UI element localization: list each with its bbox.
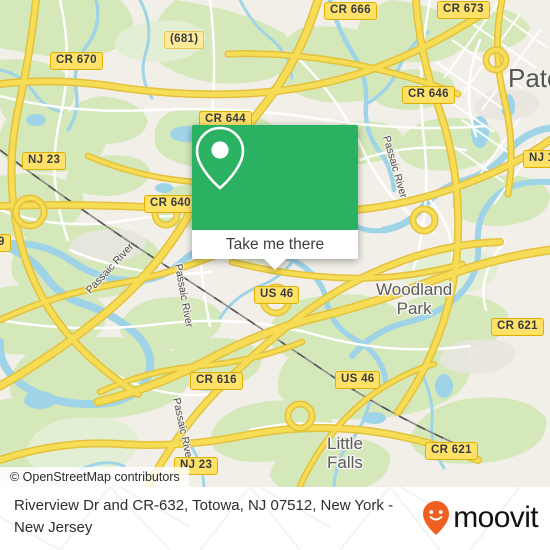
road-shield-cr-621-south[interactable]: CR 621 <box>425 442 478 460</box>
moovit-map-screenshot: Passaic River Passaic River Passaic Rive… <box>0 0 550 550</box>
moovit-logo[interactable]: moovit <box>423 501 539 535</box>
moovit-smiley-pin-icon <box>423 501 450 535</box>
popup-pointer-tail <box>264 259 286 270</box>
road-shield-cr-670[interactable]: CR 670 <box>50 52 103 70</box>
road-shield-cr-640[interactable]: CR 640 <box>144 195 197 213</box>
place-label-line: Woodland <box>376 280 453 299</box>
road-shield-cr-621-east[interactable]: CR 621 <box>491 318 544 336</box>
road-shield-us-46-north[interactable]: US 46 <box>254 286 300 304</box>
road-shield-cr-666[interactable]: CR 666 <box>324 2 377 20</box>
map-canvas[interactable]: Passaic River Passaic River Passaic Rive… <box>0 0 550 487</box>
osm-attribution[interactable]: © OpenStreetMap contributors <box>0 467 189 487</box>
footer-bar: Riverview Dr and CR-632, Totowa, NJ 0751… <box>0 487 550 550</box>
road-shield-9-west[interactable]: 9 <box>0 234 11 252</box>
place-label-line: Little <box>327 434 363 453</box>
location-title: Riverview Dr and CR-632, Totowa, NJ 0751… <box>14 497 394 536</box>
road-shield-cr-646[interactable]: CR 646 <box>402 86 455 104</box>
road-shield-us-46-south[interactable]: US 46 <box>335 371 381 389</box>
road-shield-681[interactable]: (681) <box>164 31 205 49</box>
place-label-woodland-park: Woodland Park <box>376 280 452 318</box>
place-label-paterson: Pate <box>508 63 550 93</box>
road-shield-cr-673[interactable]: CR 673 <box>437 1 490 19</box>
place-label-little-falls: Little Falls <box>327 434 363 472</box>
moovit-wordmark: moovit <box>453 501 538 534</box>
map-pin-icon <box>195 126 245 190</box>
road-shield-nj-23-north[interactable]: NJ 23 <box>22 152 67 170</box>
popup-header <box>192 125 358 230</box>
road-shield-cr-616[interactable]: CR 616 <box>190 372 243 390</box>
take-me-there-button[interactable]: Take me there <box>226 236 324 253</box>
popup-action-bar[interactable]: Take me there <box>192 230 358 270</box>
place-label-line: Falls <box>327 453 363 472</box>
road-shield-nj-1-east[interactable]: NJ 1 <box>523 150 550 168</box>
place-label-line: Park <box>396 299 432 318</box>
location-popup-card[interactable]: Take me there <box>192 125 358 270</box>
